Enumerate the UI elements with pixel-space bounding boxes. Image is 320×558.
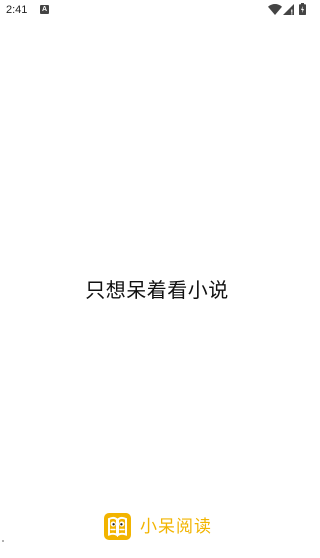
status-time: 2:41 xyxy=(6,4,28,16)
notification-a-icon: A xyxy=(40,5,49,14)
wifi-icon xyxy=(268,4,282,15)
splash-slogan: 只想呆着看小说 xyxy=(85,278,229,302)
brand-lockup: 小呆阅读 xyxy=(104,513,212,540)
brand-name: 小呆阅读 xyxy=(140,516,212,537)
battery-icon xyxy=(299,3,306,15)
status-bar: 2:41 A xyxy=(0,0,314,22)
edge-mark xyxy=(2,540,4,542)
book-logo-icon xyxy=(104,513,131,540)
signal-icon xyxy=(283,4,294,15)
